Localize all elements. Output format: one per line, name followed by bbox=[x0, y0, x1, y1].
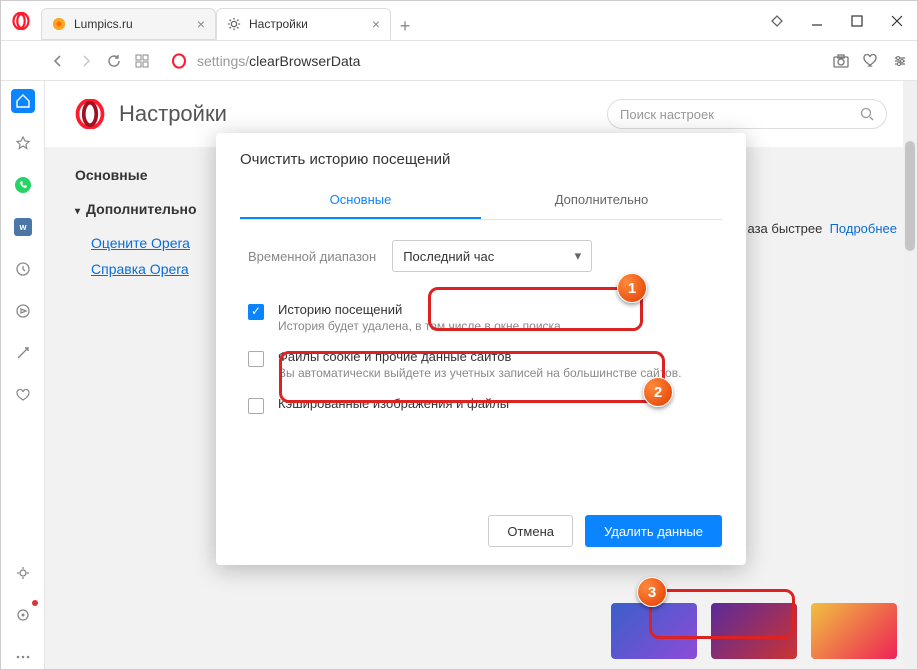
back-button[interactable] bbox=[51, 54, 65, 68]
sidebar-whatsapp[interactable] bbox=[11, 173, 35, 197]
tab-close-icon[interactable]: × bbox=[197, 16, 205, 32]
maximize-button[interactable] bbox=[837, 1, 877, 41]
titlebar: Lumpics.ru × Настройки × + bbox=[1, 1, 917, 41]
dialog-title: Очистить историю посещений bbox=[240, 151, 722, 168]
time-range-label: Временной диапазон bbox=[248, 249, 376, 264]
time-range-dropdown[interactable]: Последний час bbox=[392, 240, 592, 272]
new-tab-button[interactable]: + bbox=[391, 12, 419, 40]
dialog-tab-advanced[interactable]: Дополнительно bbox=[481, 182, 722, 219]
tab-strip: Lumpics.ru × Настройки × + bbox=[41, 1, 757, 40]
address-url: settings/clearBrowserData bbox=[197, 53, 360, 69]
bookmark-button[interactable] bbox=[863, 54, 879, 68]
dialog-actions: Отмена Удалить данные bbox=[488, 515, 722, 547]
option-title: Историю посещений bbox=[278, 302, 561, 317]
option-browsing-history[interactable]: Историю посещений История будет удалена,… bbox=[240, 294, 722, 341]
dialog-tabs: Основные Дополнительно bbox=[240, 182, 722, 220]
window-controls bbox=[757, 1, 917, 41]
opera-o-icon bbox=[171, 53, 187, 69]
workspaces-button[interactable] bbox=[757, 1, 797, 41]
modal-overlay: Очистить историю посещений Основные Допо… bbox=[45, 81, 917, 669]
annotation-badge-1: 1 bbox=[617, 273, 647, 303]
tab-settings[interactable]: Настройки × bbox=[216, 8, 391, 40]
sidebar-flow[interactable] bbox=[11, 341, 35, 365]
clear-data-dialog: Очистить историю посещений Основные Допо… bbox=[216, 133, 746, 565]
time-range-row: Временной диапазон Последний час bbox=[240, 240, 722, 272]
settings-content: Настройки Поиск настроек Основные Дополн… bbox=[45, 81, 917, 669]
option-desc: Вы автоматически выйдете из учетных запи… bbox=[278, 366, 681, 380]
sidebar-vk[interactable]: w bbox=[11, 215, 35, 239]
address-bar[interactable]: settings/clearBrowserData bbox=[163, 53, 819, 69]
toolbar: settings/clearBrowserData bbox=[1, 41, 917, 81]
option-title: Кэшированные изображения и файлы bbox=[278, 396, 509, 411]
checkbox[interactable] bbox=[248, 398, 264, 414]
speed-dial-button[interactable] bbox=[135, 54, 149, 68]
easy-setup-button[interactable] bbox=[893, 54, 907, 68]
delete-data-button[interactable]: Удалить данные bbox=[585, 515, 722, 547]
sidebar-history[interactable] bbox=[11, 257, 35, 281]
tab-lumpics[interactable]: Lumpics.ru × bbox=[41, 8, 216, 40]
sidebar-more[interactable] bbox=[11, 645, 35, 669]
tab-close-icon[interactable]: × bbox=[372, 16, 380, 32]
reload-button[interactable] bbox=[107, 54, 121, 68]
cancel-button[interactable]: Отмена bbox=[488, 515, 573, 547]
opera-logo-icon bbox=[12, 12, 30, 30]
minimize-button[interactable] bbox=[797, 1, 837, 41]
app-menu-button[interactable] bbox=[1, 12, 41, 30]
svg-text:w: w bbox=[18, 222, 27, 232]
sidebar-settings[interactable] bbox=[11, 561, 35, 585]
main: w Настройки Поиск настроек Основные Допо… bbox=[1, 81, 917, 669]
checkbox[interactable] bbox=[248, 351, 264, 367]
tab-title: Lumpics.ru bbox=[74, 17, 133, 31]
option-title: Файлы cookie и прочие данные сайтов bbox=[278, 349, 681, 364]
sidebar-home[interactable] bbox=[11, 89, 35, 113]
annotation-badge-2: 2 bbox=[643, 377, 673, 407]
close-button[interactable] bbox=[877, 1, 917, 41]
gear-icon bbox=[227, 17, 241, 31]
sidebar-pinboards[interactable] bbox=[11, 383, 35, 407]
dialog-tab-basic[interactable]: Основные bbox=[240, 182, 481, 219]
sidebar: w bbox=[1, 81, 45, 669]
checkbox[interactable] bbox=[248, 304, 264, 320]
option-desc: История будет удалена, в том числе в окн… bbox=[278, 319, 561, 333]
forward-button[interactable] bbox=[79, 54, 93, 68]
tab-title: Настройки bbox=[249, 17, 308, 31]
snapshot-button[interactable] bbox=[833, 54, 849, 68]
annotation-badge-3: 3 bbox=[637, 577, 667, 607]
sidebar-personal-news[interactable] bbox=[11, 299, 35, 323]
sidebar-bookmarks[interactable] bbox=[11, 131, 35, 155]
lumpics-favicon-icon bbox=[52, 17, 66, 31]
sidebar-extensions[interactable] bbox=[11, 603, 35, 627]
